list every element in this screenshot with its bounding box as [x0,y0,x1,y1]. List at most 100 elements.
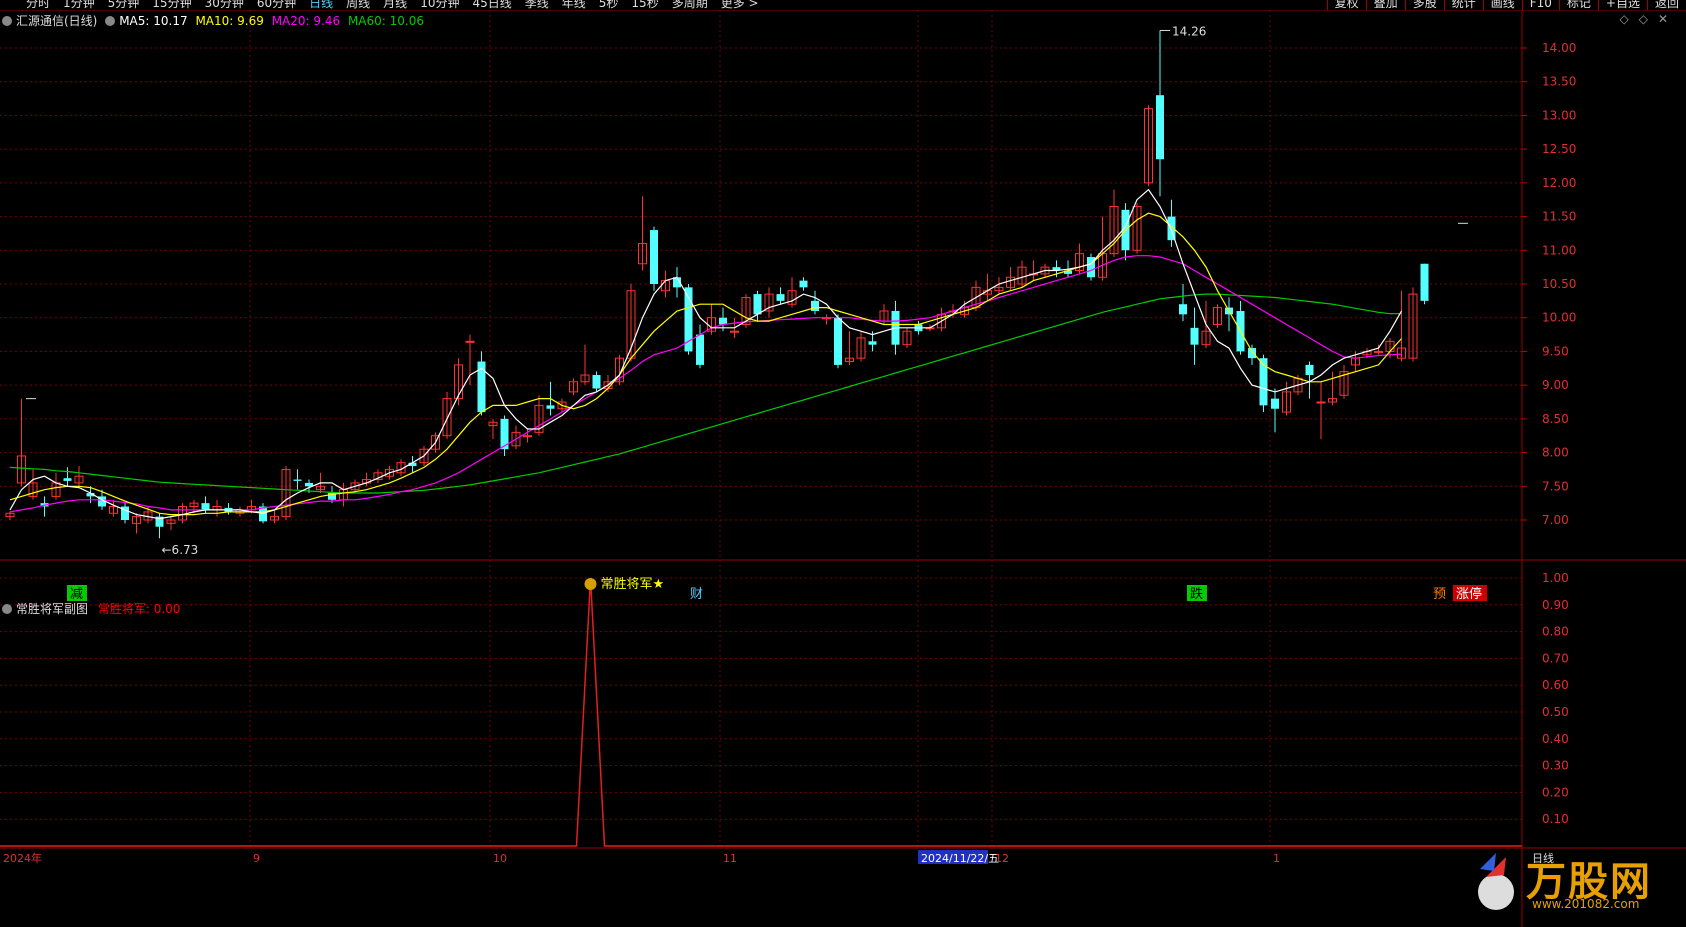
event-marker: 跌 [1190,586,1203,602]
period-tab[interactable]: 1分钟 [63,0,95,10]
period-tab[interactable]: 月线 [383,0,407,10]
candle-body-down [1156,95,1164,160]
period-tab[interactable]: 15秒 [631,0,658,10]
money-bag-icon [584,578,597,590]
sub-tick-label: 0.80 [1542,625,1569,639]
period-tab[interactable]: 年线 [562,0,586,10]
period-tab[interactable]: 更多 > [721,0,759,10]
tool-button[interactable]: 画线 [1482,0,1522,10]
x-axis-label: 11 [723,852,737,865]
price-tick-label: 14.00 [1542,41,1576,55]
sub-tick-label: 0.70 [1542,651,1569,665]
candle-body-down [1190,327,1199,345]
sub-tick-label: 0.10 [1542,812,1569,826]
tool-button[interactable]: 复权 [1326,0,1366,10]
period-tab[interactable]: 分时 [26,0,50,10]
period-selector[interactable]: 分时 1分钟 5分钟 15分钟 30分钟 60分钟 日线 周线 月线 10分钟 45日线 季线 年线 5秒… [26,0,772,10]
kline-chart[interactable]: 14.0013.5013.0012.5012.0011.5011.0010.50… [0,0,1686,927]
candle-body-down [1179,304,1187,315]
close-icon[interactable]: ✕ [1658,12,1668,26]
price-tick-label: 11.50 [1542,210,1576,224]
x-axis-label: 1 [1273,852,1280,865]
diamond-icon[interactable]: ◇ [1619,12,1628,26]
price-tick-label: 12.50 [1542,142,1576,156]
candle-body-down [201,503,210,510]
period-tab[interactable]: 15分钟 [152,0,191,10]
top-toolbar: 分时 1分钟 5分钟 15分钟 30分钟 60分钟 日线 周线 月线 10分钟 45日线 季线 年线 5秒… [0,0,1686,10]
candle-body-down [477,361,486,413]
candle-body-down [546,405,555,409]
window-controls[interactable]: ◇ ◇ ✕ [1609,12,1668,26]
price-tick-label: 11.00 [1542,243,1576,257]
diamond-icon-2[interactable]: ◇ [1639,12,1648,26]
logo-url: www.201082.com [1532,897,1640,911]
candle-body-down [776,294,785,301]
tool-button[interactable]: 统计 [1443,0,1483,10]
period-tab[interactable]: 周线 [346,0,370,10]
stock-title: 汇源通信(日线) [16,14,98,28]
price-tick-label: 13.50 [1542,75,1576,89]
tool-button[interactable]: 多股 [1404,0,1444,10]
candle-body-down [1305,364,1314,376]
tool-buttons[interactable]: 复权 叠加 多股 统计 画线 F10 标记 +自选 返回 [1326,0,1686,10]
event-marker: 预 [1433,587,1446,602]
x-axis-label: 12 [995,852,1009,865]
price-tick-label: 9.00 [1542,378,1569,392]
period-tab[interactable]: 10分钟 [420,0,459,10]
sub-tick-label: 0.60 [1542,678,1569,692]
candle-body-down [753,294,762,315]
period-tab[interactable]: 季线 [525,0,549,10]
event-marker: 涨停 [1456,586,1482,602]
price-tick-label: 12.00 [1542,176,1576,190]
candle-body-down [305,482,313,487]
sub-tick-label: 0.40 [1542,732,1569,746]
candle-body-down [719,317,727,325]
candle-body-down [834,317,842,365]
period-tab[interactable]: 45日线 [472,0,511,10]
period-tab[interactable]: 5分钟 [108,0,140,10]
candle-body-up [1374,350,1383,353]
candle-body-down [799,280,808,288]
period-tab[interactable]: 5秒 [599,0,619,10]
candle-body-down [650,230,658,284]
collapse-icon[interactable] [2,604,12,614]
sub-tick-label: 0.30 [1542,759,1569,773]
price-tick-label: 7.00 [1542,513,1569,527]
period-tab[interactable]: 多周期 [672,0,708,10]
price-tick-label: 8.50 [1542,412,1569,426]
sub-legend: 常胜将军副图 常胜将军: 0.00 [2,600,180,617]
candle-body-down [696,334,704,365]
price-tick-label: 13.00 [1542,108,1576,122]
x-axis-label: 2024/11/22/五 [921,852,999,865]
sub-tick-label: 0.90 [1542,598,1569,612]
candle-body-up [465,340,475,343]
logo-icon [1478,853,1514,910]
period-tab[interactable]: 日线 [309,0,333,10]
candle-body-down [1271,398,1279,409]
collapse-icon[interactable] [2,16,12,26]
ma5-label: MA5: 10.17 [119,14,188,28]
sub-value: 常胜将军: 0.00 [97,602,181,616]
tool-button[interactable]: F10 [1521,0,1559,10]
candle-body-down [1420,263,1429,301]
period-tab[interactable]: 60分钟 [257,0,296,10]
tool-button[interactable]: 标记 [1558,0,1598,10]
sub-tick-label: 0.20 [1542,785,1569,799]
tool-button[interactable]: 叠加 [1365,0,1405,10]
tool-button[interactable]: 返回 [1646,0,1686,10]
ma5-line [9,188,1403,520]
settings-icon[interactable] [105,16,116,26]
price-tick-label: 10.00 [1542,311,1576,325]
price-tick-label: 10.50 [1542,277,1576,291]
price-tick-label: 8.00 [1542,446,1569,460]
sub-tick-label: 0.50 [1542,705,1569,719]
tool-button[interactable]: +自选 [1597,0,1647,10]
candle-body-up [523,435,532,438]
price-tick-label: 9.50 [1542,344,1569,358]
period-tab[interactable]: 30分钟 [205,0,244,10]
x-axis-label: 9 [253,852,260,865]
candle-body-up [730,330,739,333]
candle-body-down [592,375,601,389]
low-price-label: ←6.73 [162,543,199,557]
x-axis-label: 10 [493,852,507,865]
